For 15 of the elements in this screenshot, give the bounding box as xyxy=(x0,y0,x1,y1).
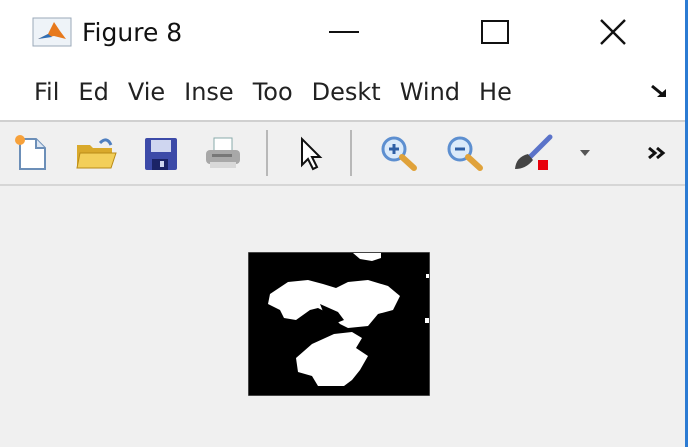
caret-icon[interactable] xyxy=(578,149,592,157)
menu-item[interactable]: Fil xyxy=(32,78,62,106)
menu-item[interactable]: Ed xyxy=(76,78,111,106)
menu-item[interactable]: Too xyxy=(250,78,295,106)
menu-item[interactable]: Vie xyxy=(126,78,168,106)
menu-item[interactable]: Deskt xyxy=(310,78,383,106)
close-icon[interactable] xyxy=(599,18,627,46)
menu-item[interactable]: He xyxy=(477,78,514,106)
app-icon xyxy=(32,17,72,47)
menu-item[interactable]: Wind xyxy=(398,78,462,106)
overflow-chevron-icon[interactable] xyxy=(647,146,667,160)
window-title: Figure 8 xyxy=(82,18,182,46)
maximize-icon[interactable] xyxy=(481,20,509,44)
minimize-icon[interactable] xyxy=(329,30,359,34)
menu-item[interactable]: Inse xyxy=(182,78,236,106)
